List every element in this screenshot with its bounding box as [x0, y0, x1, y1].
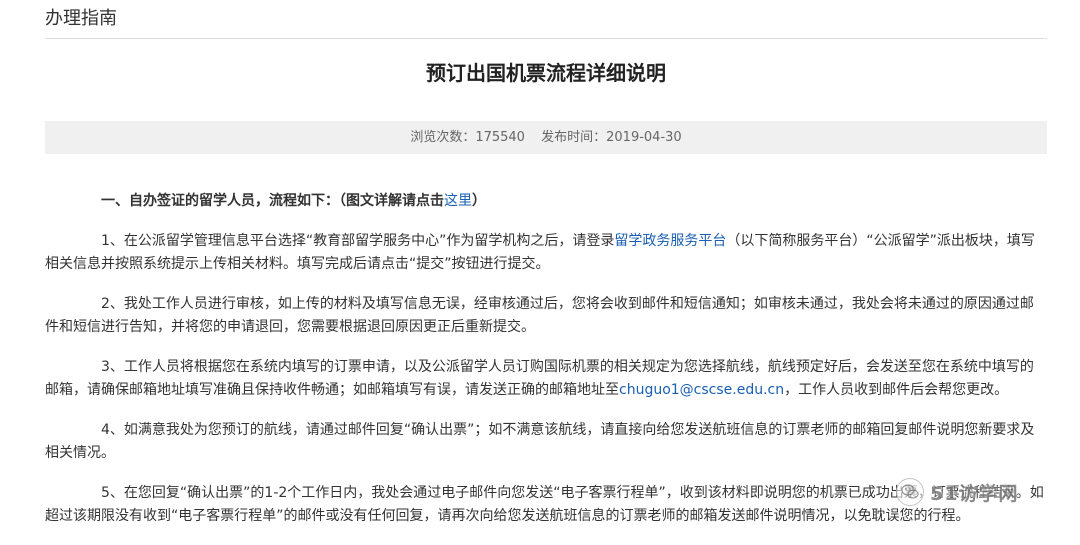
section-heading: 一、自办签证的留学人员，流程如下：（图文详解请点击这里） — [45, 190, 1047, 213]
wechat-logo-icon — [896, 478, 924, 506]
view-count-value: 175540 — [475, 130, 525, 145]
detail-link[interactable]: 这里 — [444, 193, 472, 209]
view-count-label: 浏览次数： — [410, 130, 476, 145]
section-header: 办理指南 — [45, 4, 1047, 39]
heading-close: ） — [472, 193, 486, 209]
step-3-paragraph: 3、工作人员将根据您在系统内填写的订票申请，以及公派留学人员订购国际机票的相关规… — [45, 356, 1047, 402]
step-1-text-a: 1、在公派留学管理信息平台选择“教育部留学服务中心”作为留学机构之后，请登录 — [101, 233, 615, 249]
heading-text: 一、自办签证的留学人员，流程如下：（图文详解请点击 — [101, 193, 444, 209]
article-meta-bar: 浏览次数：175540 发布时间：2019-04-30 — [45, 121, 1047, 154]
publish-date-label: 发布时间： — [541, 130, 607, 145]
step-1-paragraph: 1、在公派留学管理信息平台选择“教育部留学服务中心”作为留学机构之后，请登录留学… — [45, 230, 1047, 276]
step-2-paragraph: 2、我处工作人员进行审核，如上传的材料及填写信息无误，经审核通过后，您将会收到邮… — [45, 296, 1034, 335]
section-title: 办理指南 — [45, 8, 117, 29]
watermark: 51访学网 — [896, 475, 1046, 509]
article-title: 预订出国机票流程详细说明 — [426, 61, 666, 85]
publish-date-value: 2019-04-30 — [606, 130, 682, 145]
step-4-paragraph: 4、如满意我处为您预订的航线，请通过邮件回复“确认出票”；如不满意该航线，请直接… — [45, 422, 1035, 461]
step-3-text-b: ，工作人员收到邮件后会帮您更改。 — [784, 382, 1009, 398]
watermark-text: 51访学网 — [930, 482, 1019, 505]
service-platform-link[interactable]: 留学政务服务平台 — [614, 233, 726, 249]
view-count: 浏览次数：175540 — [410, 130, 525, 145]
publish-date: 发布时间：2019-04-30 — [541, 130, 682, 145]
email-link[interactable]: chuguo1@cscse.edu.cn — [619, 382, 784, 398]
